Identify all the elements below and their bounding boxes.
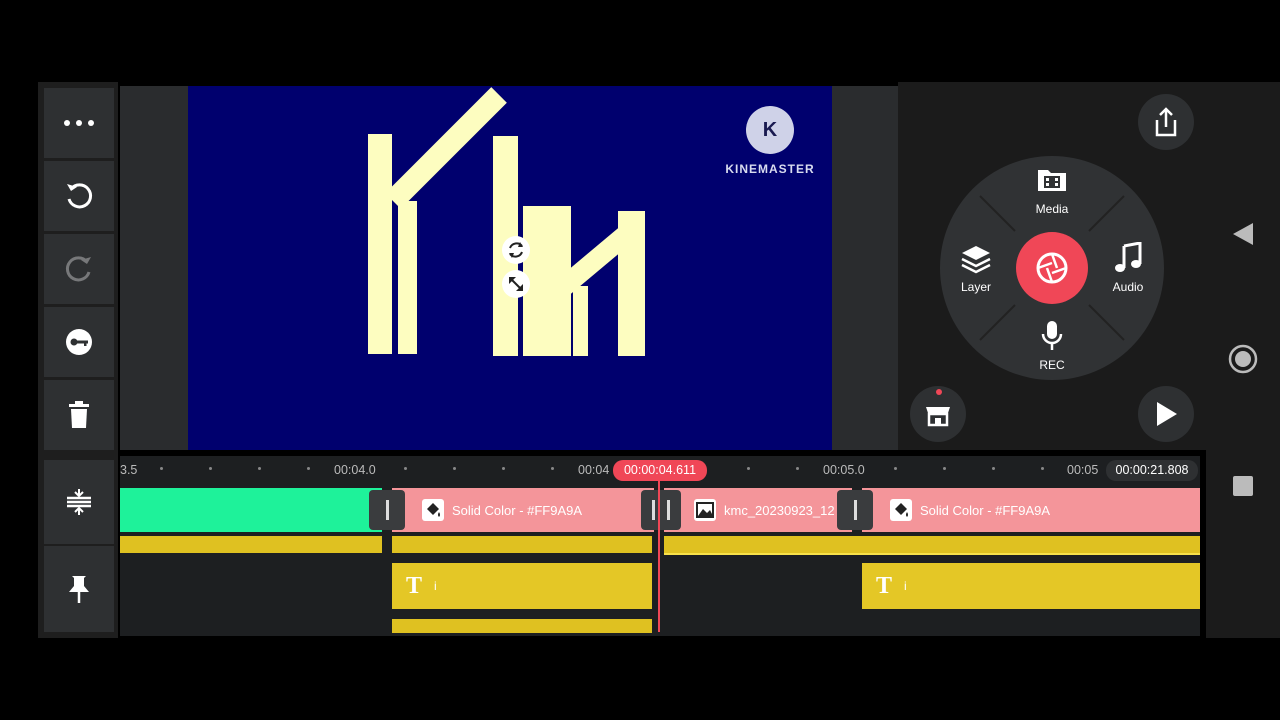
playhead-line[interactable] [658,480,660,632]
camera-shutter-icon [1036,252,1068,284]
transition-handle[interactable] [641,490,681,530]
timeline-toolbar [38,456,118,638]
layer-label: Layer [960,280,992,294]
time-mark: 00:05 [1067,463,1099,477]
redo-button[interactable] [44,234,114,304]
overlay-layer[interactable] [392,619,652,633]
rec-label: REC [1039,358,1065,372]
track-mixer-button[interactable] [44,460,114,544]
total-duration: 00:00:21.808 [1106,460,1198,481]
pin-button[interactable] [44,546,114,632]
text-layer-content: i [434,579,437,593]
store-icon [926,407,950,427]
ruler-tick [209,467,212,470]
layer-button[interactable]: Layer [944,240,1008,298]
play-button[interactable] [1138,386,1194,442]
share-button[interactable] [1138,94,1194,150]
key-icon [66,329,92,355]
delete-button[interactable] [44,380,114,450]
layers-icon [961,246,991,274]
paint-bucket-icon [422,499,444,521]
paint-bucket-icon [890,499,912,521]
nav-back-icon[interactable] [1232,222,1254,246]
main-clip[interactable]: Solid Color - #FF9A9A [862,488,1200,532]
image-clip[interactable]: kmc_20230923_12 [664,488,852,532]
ruler-tick [551,467,554,470]
green-clip[interactable] [120,488,382,532]
resize-icon [509,277,523,291]
media-label: Media [1035,202,1069,216]
overlay-layer[interactable] [120,536,382,553]
align-tracks-icon [67,489,91,515]
ruler-tick [502,467,505,470]
pin-icon [69,576,89,603]
nav-recents-icon[interactable] [1232,475,1254,497]
more-icon [64,120,94,126]
microphone-icon [1041,321,1063,350]
kinemaster-logo: K [746,106,794,154]
share-icon [1155,107,1177,137]
rotate-icon [509,242,523,258]
watermark-text: KINEMASTER [725,162,815,176]
transition-handle[interactable] [369,490,405,530]
nav-home-icon[interactable] [1228,344,1258,374]
ruler-tick [1041,467,1044,470]
ruler-tick [258,467,261,470]
rotate-handle[interactable] [502,236,530,264]
ruler-tick [747,467,750,470]
clip-label: Solid Color - #FF9A9A [920,502,1051,518]
image-icon [694,499,716,521]
ruler-tick [404,467,407,470]
audio-label: Audio [1112,280,1144,294]
undo-button[interactable] [44,161,114,231]
time-mark: 3.5 [120,463,138,477]
trash-icon [69,401,89,428]
text-layer-icon: T [876,572,893,599]
keyframe-button[interactable] [44,307,114,377]
time-mark: 00:05.0 [823,463,865,477]
ruler-tick [453,467,456,470]
android-nav-bar [1206,82,1280,638]
audio-button[interactable]: Audio [1096,240,1160,298]
rec-button[interactable]: REC [1020,318,1084,376]
main-clip[interactable]: Solid Color - #FF9A9A [392,488,654,532]
overlay-layer[interactable] [664,536,1200,555]
video-preview[interactable]: K KINEMASTER [188,86,832,450]
ruler-tick [894,467,897,470]
text-layer-content: i [904,579,907,593]
text-layer[interactable]: T i [392,563,652,609]
overlay-layer[interactable] [392,536,652,553]
transition-handle[interactable] [837,490,873,530]
ruler-tick [307,467,310,470]
media-folder-icon [1038,170,1066,191]
ruler-tick [943,467,946,470]
more-options-button[interactable] [44,88,114,158]
play-icon [1157,402,1177,426]
store-notification-dot [936,389,942,395]
media-button[interactable]: Media [1020,162,1084,220]
ruler-tick [992,467,995,470]
time-mark: 00:04.0 [334,463,376,477]
capture-button[interactable] [1016,232,1088,304]
playhead-time: 00:00:04.611 [613,460,707,481]
text-layer[interactable]: T i [862,563,1200,609]
logo-letter: K [762,118,778,141]
time-mark: 00:04 [578,463,610,477]
text-layer-icon: T [406,572,423,599]
music-note-icon [1115,242,1142,272]
redo-icon [65,256,91,282]
resize-handle[interactable] [502,270,530,298]
ruler-tick [160,467,163,470]
clip-label: Solid Color - #FF9A9A [452,502,583,518]
ruler-tick [796,467,799,470]
undo-icon [67,183,93,209]
clip-label: kmc_20230923_12 [724,502,835,518]
